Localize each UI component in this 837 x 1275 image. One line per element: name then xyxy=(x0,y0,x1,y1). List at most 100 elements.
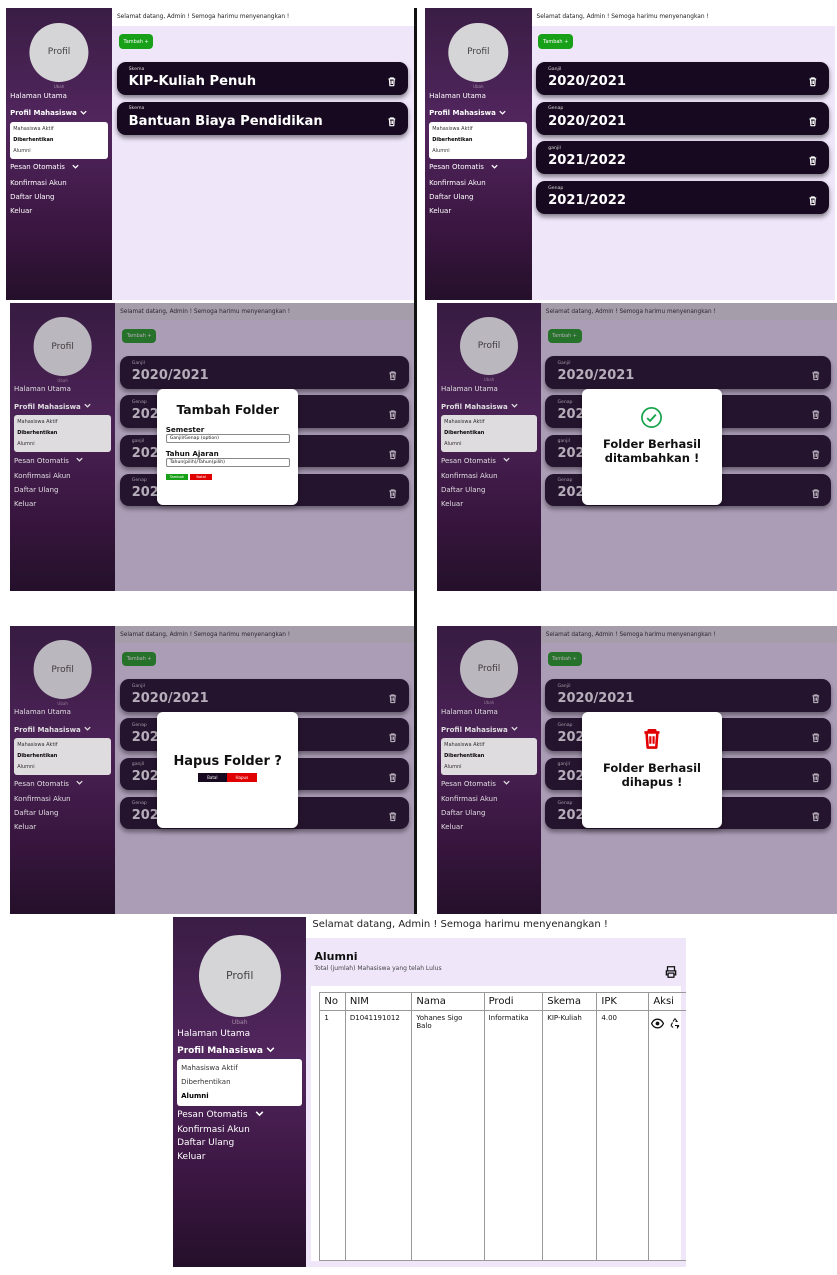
profile-avatar[interactable]: Profil xyxy=(29,22,89,82)
table-cell: 1 xyxy=(319,1010,346,1261)
trash-icon[interactable] xyxy=(807,192,819,211)
folder-title: Bantuan Biaya Pendidikan xyxy=(128,113,323,129)
sidebar-overlay xyxy=(437,303,541,591)
submenu-mahasiswa-aktif[interactable]: Mahasiswa Aktif xyxy=(432,124,524,135)
modal-dialog: Hapus Folder ? Batal Hapus xyxy=(157,712,299,828)
modal-dialog: Folder Berhasil dihapus ! xyxy=(582,712,722,828)
recycle-icon[interactable] xyxy=(669,1014,681,1033)
trash-icon[interactable] xyxy=(386,73,398,92)
nav-pesan-otomatis-label: Pesan Otomatis xyxy=(177,1109,248,1120)
main-content: Selamat datang, Admin ! Semoga harimu me… xyxy=(531,8,835,300)
top-bar: Selamat datang, Admin ! Semoga harimu me… xyxy=(112,8,414,26)
alumni-panel: Alumni Total (jumlah) Mahasiswa yang tel… xyxy=(306,938,686,1267)
column-header: IPK xyxy=(596,992,650,1011)
nav-keluar[interactable]: Keluar xyxy=(10,204,112,218)
submenu-diberhentikan[interactable]: Diberhentikan xyxy=(13,135,105,146)
folder-card[interactable]: Skema Bantuan Biaya Pendidikan xyxy=(116,101,408,135)
nav-pesan-otomatis[interactable]: Pesan Otomatis xyxy=(429,159,532,177)
folder-card[interactable]: Genap 2020/2021 xyxy=(536,101,829,135)
nav-pesan-otomatis-label: Pesan Otomatis xyxy=(10,163,65,172)
sidebar-overlay xyxy=(10,626,116,914)
add-folder-button[interactable]: Tambah + xyxy=(538,34,574,49)
screenshot-panel: Profil Ubah Halaman Utama Profil Mahasis… xyxy=(437,626,837,914)
screenshot-panel-alumni: Profil Ubah Halaman Utama Profil Mahasis… xyxy=(173,917,686,1267)
nav-keluar[interactable]: Keluar xyxy=(429,204,532,218)
submenu-diberhentikan[interactable]: Diberhentikan xyxy=(181,1076,298,1090)
nav-profil-mahasiswa[interactable]: Profil Mahasiswa xyxy=(177,1042,306,1059)
table-cell: D1041191012 xyxy=(344,1010,413,1261)
sidebar: Profil Ubah Halaman Utama Profil Mahasis… xyxy=(6,8,113,300)
submenu-alumni[interactable]: Alumni xyxy=(13,146,105,157)
nav-konfirmasi-akun[interactable]: Konfirmasi Akun xyxy=(177,1123,306,1136)
folder-label: Skema xyxy=(128,106,145,112)
nav-halaman-utama[interactable]: Halaman Utama xyxy=(10,87,112,105)
main-content: Selamat datang, Admin ! Semoga harimu me… xyxy=(541,626,837,914)
column-header: Nama xyxy=(411,992,485,1011)
main-content: Selamat datang, Admin ! Semoga harimu me… xyxy=(306,917,686,1267)
folder-card[interactable]: Genap 2021/2022 xyxy=(536,181,829,215)
screenshot-panel: Profil Ubah Halaman Utama Profil Mahasis… xyxy=(437,303,837,591)
greeting-text: Selamat datang, Admin ! Semoga harimu me… xyxy=(312,919,608,931)
trash-icon[interactable] xyxy=(807,152,819,171)
add-folder-button[interactable]: Tambah + xyxy=(118,34,154,49)
table-cell: 4.00 xyxy=(596,1010,650,1261)
main-content: Selamat datang, Admin ! Semoga harimu me… xyxy=(115,303,415,591)
folder-label: Skema xyxy=(128,66,145,72)
main-content: Selamat datang, Admin ! Semoga harimu me… xyxy=(541,303,837,591)
profile-avatar[interactable]: Profil xyxy=(198,934,281,1017)
trash-icon xyxy=(582,726,721,756)
nav-keluar[interactable]: Keluar xyxy=(177,1150,306,1163)
year-select[interactable]: Tahun(pilih)/Tahun(pilih) xyxy=(165,458,290,468)
nav-pesan-otomatis[interactable]: Pesan Otomatis xyxy=(177,1106,306,1123)
profile-label: Profil xyxy=(47,47,71,58)
nav-profil-mahasiswa[interactable]: Profil Mahasiswa xyxy=(429,104,532,122)
success-line-2: dihapus ! xyxy=(621,774,683,789)
folder-card[interactable]: Skema KIP-Kuliah Penuh xyxy=(116,62,408,95)
nav-daftar-ulang[interactable]: Daftar Ulang xyxy=(177,1137,306,1150)
submenu-mahasiswa-aktif[interactable]: Mahasiswa Aktif xyxy=(181,1062,298,1076)
table-row[interactable]: 1 D1041191012 Yohanes Sigo Balo Informatika… xyxy=(319,1010,686,1261)
nav-konfirmasi-akun[interactable]: Konfirmasi Akun xyxy=(429,176,532,190)
folder-title: 2021/2022 xyxy=(548,193,626,209)
profile-avatar[interactable]: Profil xyxy=(448,22,509,83)
top-bar: Selamat datang, Admin ! Semoga harimu me… xyxy=(531,8,835,26)
folder-card[interactable]: ganjil 2021/2022 xyxy=(536,141,829,175)
sidebar-nav: Halaman Utama Profil Mahasiswa Mahasiswa… xyxy=(173,1026,306,1164)
sidebar-nav: Halaman Utama Profil Mahasiswa Mahasiswa… xyxy=(6,87,112,218)
trash-icon[interactable] xyxy=(386,112,398,131)
success-line-1: Folder Berhasil xyxy=(603,760,701,775)
profile-submenu: Mahasiswa Aktif Diberhentikan Alumni xyxy=(177,1059,303,1107)
nav-pesan-otomatis[interactable]: Pesan Otomatis xyxy=(10,159,112,177)
nav-profil-mahasiswa[interactable]: Profil Mahasiswa xyxy=(10,104,112,122)
modal-dialog: Folder Berhasil ditambahkan ! xyxy=(582,389,722,505)
folder-card[interactable]: Ganjil 2020/2021 xyxy=(536,62,829,95)
column-header: Aksi xyxy=(648,992,686,1011)
trash-icon[interactable] xyxy=(807,73,819,92)
submenu-alumni[interactable]: Alumni xyxy=(432,146,524,157)
printer-icon[interactable] xyxy=(664,964,678,983)
check-circle-icon xyxy=(582,406,721,433)
sidebar-overlay xyxy=(437,626,541,914)
trash-icon[interactable] xyxy=(807,112,819,131)
nav-daftar-ulang[interactable]: Daftar Ulang xyxy=(429,190,532,204)
eye-icon[interactable] xyxy=(651,1014,665,1033)
submenu-diberhentikan[interactable]: Diberhentikan xyxy=(432,135,524,146)
batal-button[interactable]: Batal xyxy=(198,773,227,783)
hapus-button[interactable]: Hapus xyxy=(226,773,258,783)
page-title: Alumni xyxy=(314,950,358,963)
nav-konfirmasi-akun[interactable]: Konfirmasi Akun xyxy=(10,176,112,190)
nav-halaman-utama[interactable]: Halaman Utama xyxy=(429,87,532,105)
submenu-mahasiswa-aktif[interactable]: Mahasiswa Aktif xyxy=(13,124,105,135)
nav-halaman-utama[interactable]: Halaman Utama xyxy=(177,1026,306,1043)
semester-select[interactable]: Ganjil/Genap (option) xyxy=(165,434,290,444)
nav-daftar-ulang[interactable]: Daftar Ulang xyxy=(10,190,112,204)
greeting-text: Selamat datang, Admin ! Semoga harimu me… xyxy=(116,13,290,20)
column-header: NIM xyxy=(344,992,413,1011)
actions-cell xyxy=(648,1010,686,1261)
submenu-alumni[interactable]: Alumni xyxy=(181,1090,298,1104)
folder-label: Ganjil xyxy=(548,66,562,72)
tambah-button[interactable]: Tambah xyxy=(165,473,189,480)
batal-button[interactable]: Batal xyxy=(190,473,212,480)
profile-submenu: Mahasiswa Aktif Diberhentikan Alumni xyxy=(429,121,528,159)
main-content: Selamat datang, Admin ! Semoga harimu me… xyxy=(115,626,415,914)
